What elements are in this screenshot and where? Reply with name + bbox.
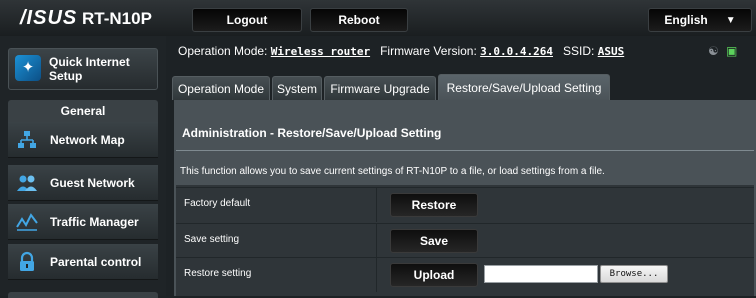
sidebar-item-guest-network[interactable]: Guest Network — [8, 165, 158, 201]
sidebar: ✦ Quick Internet Setup General Network M… — [0, 36, 166, 298]
reboot-button[interactable]: Reboot — [310, 8, 408, 32]
column-divider — [376, 224, 377, 258]
language-select[interactable]: English ▼ — [648, 8, 752, 32]
operation-mode-label: Operation Mode: — [178, 44, 268, 58]
upload-button-label: Upload — [413, 268, 455, 282]
logout-label: Logout — [226, 13, 268, 27]
lock-icon — [16, 251, 38, 273]
language-label: English — [664, 13, 708, 27]
model-name: RT-N10P — [82, 9, 152, 28]
sidebar-item-traffic-manager[interactable]: Traffic Manager — [8, 204, 158, 240]
main-panel: Administration - Restore/Save/Upload Set… — [174, 100, 756, 296]
ssid-label: SSID: — [563, 44, 595, 58]
settings-table: Factory default Restore Save setting Sav… — [176, 185, 754, 296]
firmware-version-label: Firmware Version: — [380, 44, 477, 58]
row-label: Save setting — [184, 234, 240, 245]
browse-button-label: Browse... — [609, 269, 659, 279]
quick-internet-setup-button[interactable]: ✦ Quick Internet Setup — [8, 48, 158, 90]
title-divider — [176, 150, 754, 151]
restore-button[interactable]: Restore — [390, 193, 478, 217]
top-bar: /ISUS RT-N10P Logout Reboot English ▼ — [0, 0, 756, 36]
guest-network-icon — [16, 172, 38, 194]
page-title: Administration - Restore/Save/Upload Set… — [182, 126, 442, 140]
asus-logo: /ISUS — [20, 7, 78, 29]
status-icons: ☯ ▣ — [708, 44, 752, 60]
save-button[interactable]: Save — [390, 229, 478, 253]
save-button-label: Save — [419, 234, 449, 248]
magic-wand-icon: ✦ — [15, 55, 41, 81]
restore-button-label: Restore — [411, 198, 457, 212]
network-map-icon — [16, 129, 38, 151]
sidebar-item-label: Traffic Manager — [50, 215, 139, 229]
tab-label: System — [276, 82, 317, 96]
chevron-down-icon: ▼ — [725, 14, 736, 26]
table-row: Factory default Restore — [176, 187, 754, 222]
section-header-general: General — [8, 100, 158, 122]
tab-operation-mode[interactable]: Operation Mode — [172, 76, 270, 100]
browse-button[interactable]: Browse... — [600, 265, 668, 283]
sidebar-item-label: Guest Network — [50, 176, 135, 190]
sidebar-item-label: Parental control — [50, 255, 142, 269]
operation-mode-link[interactable]: Wireless router — [271, 45, 370, 58]
column-divider — [376, 188, 377, 222]
sidebar-item-parental-control[interactable]: Parental control — [8, 244, 158, 280]
tab-restore-save-upload[interactable]: Restore/Save/Upload Setting — [438, 74, 610, 100]
quick-setup-label: Quick Internet Setup — [49, 55, 130, 83]
firmware-version-link[interactable]: 3.0.0.4.264 — [480, 45, 553, 58]
reboot-label: Reboot — [338, 13, 380, 27]
table-row: Restore setting Upload Browse... — [176, 257, 754, 292]
tab-label: Operation Mode — [177, 82, 265, 96]
clients-icon[interactable]: ☯ — [708, 44, 719, 58]
column-divider — [376, 258, 377, 292]
tab-label: Firmware Upgrade — [330, 82, 430, 96]
logout-button[interactable]: Logout — [192, 8, 302, 32]
upload-button[interactable]: Upload — [390, 263, 478, 287]
internet-status-icon[interactable]: ▣ — [726, 44, 737, 58]
ssid-link[interactable]: ASUS — [598, 45, 625, 58]
file-path-field[interactable] — [484, 265, 598, 283]
tab-label: Restore/Save/Upload Setting — [446, 81, 602, 95]
sidebar-section-edge — [8, 292, 158, 298]
status-bar: Operation Mode: Wireless router Firmware… — [172, 40, 756, 62]
sidebar-item-label: Network Map — [50, 133, 125, 147]
row-label: Factory default — [184, 198, 251, 209]
traffic-manager-icon — [16, 211, 38, 233]
page-description: This function allows you to save current… — [180, 166, 605, 177]
tab-system[interactable]: System — [272, 76, 322, 100]
row-label: Restore setting — [184, 268, 252, 279]
sidebar-item-network-map[interactable]: Network Map — [8, 122, 158, 158]
tab-firmware-upgrade[interactable]: Firmware Upgrade — [324, 76, 436, 100]
table-row: Save setting Save — [176, 223, 754, 258]
